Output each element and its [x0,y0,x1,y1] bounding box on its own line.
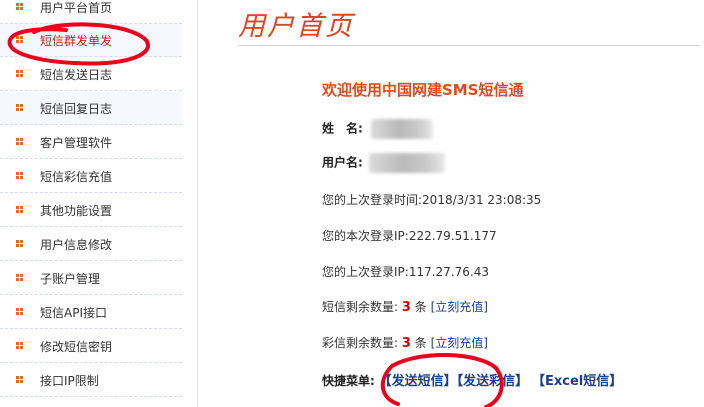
sidebar-item-api[interactable]: 短信API接口 [0,296,182,329]
sidebar: 用户平台首页 短信群发单发 短信发送日志 短信回复日志 客户管理软件 短信彩信充… [0,0,182,407]
mms-remaining-label: 彩信剩余数量: [322,336,399,350]
grid-icon [16,138,24,146]
sidebar-item-label: 客户管理软件 [40,135,113,150]
mms-unit: 条 [414,336,427,350]
sidebar-item-reply-log[interactable]: 短信回复日志 [0,92,182,125]
sidebar-item-user-info[interactable]: 用户信息修改 [0,228,182,261]
grid-icon [16,274,24,282]
sidebar-item-label: 接口IP限制 [40,373,99,388]
quick-menu-label: 快捷菜单: [322,374,375,388]
last-login-ip-label: 您的上次登录IP: [322,265,409,279]
grid-icon [16,308,24,316]
grid-icon [16,70,24,78]
sidebar-item-home[interactable]: 用户平台首页 [0,0,182,24]
quick-excel-sms-link[interactable]: 【Excel短信】 [532,374,622,389]
page-title: 用户首页 [238,11,354,42]
last-login-time-row: 您的上次登录时间:2018/3/31 23:08:35 [322,191,541,208]
sms-recharge-link[interactable]: [立刻充值] [431,300,488,314]
this-login-ip-label: 您的本次登录IP: [322,229,409,243]
sms-remaining-count: 3 [401,300,411,315]
sidebar-item-recharge[interactable]: 短信彩信充值 [0,160,182,193]
sidebar-item-sms-send[interactable]: 短信群发单发 [0,24,182,57]
sidebar-item-subaccount[interactable]: 子账户管理 [0,262,182,295]
name-row: 姓 名: [322,119,433,139]
title-divider [238,45,700,46]
grid-icon [16,104,24,112]
sidebar-item-label: 修改短信密钥 [40,339,113,354]
grid-icon [16,3,24,11]
sms-unit: 条 [414,300,427,314]
sidebar-item-label: 短信群发单发 [40,33,113,48]
sidebar-item-send-log[interactable]: 短信发送日志 [0,58,182,91]
sidebar-item-ip-limit[interactable]: 接口IP限制 [0,364,182,397]
username-row: 用户名: [322,153,445,173]
grid-icon [16,172,24,180]
username-value-redacted [368,153,445,173]
name-label: 姓 名: [322,121,363,136]
sidebar-item-settings[interactable]: 其他功能设置 [0,194,182,227]
mms-remaining-count: 3 [401,336,411,351]
grid-icon [16,342,24,350]
sidebar-item-label: 短信API接口 [40,305,107,320]
sidebar-item-label: 短信回复日志 [40,101,113,116]
sms-remaining-label: 短信剩余数量: [322,300,399,314]
sidebar-item-label: 其他功能设置 [40,203,113,218]
sidebar-item-label: 用户平台首页 [40,0,113,15]
last-login-ip-value: 117.27.76.43 [408,265,489,279]
mms-remaining-row: 彩信剩余数量: 3 条 [立刻充值] [322,334,488,351]
quick-send-mms-link[interactable]: 【发送彩信】 [457,374,529,389]
last-login-ip-row: 您的上次登录IP:117.27.76.43 [322,263,489,280]
username-label: 用户名: [322,155,363,170]
last-login-time-value: 2018/3/31 23:08:35 [422,193,542,207]
grid-icon [16,206,24,214]
quick-send-sms-link[interactable]: 【发送短信】 [379,374,457,389]
sidebar-item-label: 短信发送日志 [40,67,113,82]
this-login-ip-value: 222.79.51.177 [408,229,497,243]
sidebar-item-customer[interactable]: 客户管理软件 [0,126,182,159]
last-login-time-label: 您的上次登录时间: [322,193,423,207]
this-login-ip-row: 您的本次登录IP:222.79.51.177 [322,227,497,244]
sidebar-item-key[interactable]: 修改短信密钥 [0,330,182,363]
divider [197,0,198,407]
mms-recharge-link[interactable]: [立刻充值] [431,336,488,350]
grid-icon [16,376,24,384]
name-value-redacted [370,119,433,139]
welcome-heading: 欢迎使用中国网建SMS短信通 [322,81,524,99]
sidebar-item-label: 用户信息修改 [40,237,113,252]
sidebar-item-label: 短信彩信充值 [40,169,113,184]
grid-icon [16,36,24,44]
sidebar-item-label: 子账户管理 [40,271,101,286]
quick-menu-row: 快捷菜单: 【发送短信】【发送彩信】 【Excel短信】 [322,370,622,389]
grid-icon [16,240,24,248]
sms-remaining-row: 短信剩余数量: 3 条 [立刻充值] [322,298,488,315]
